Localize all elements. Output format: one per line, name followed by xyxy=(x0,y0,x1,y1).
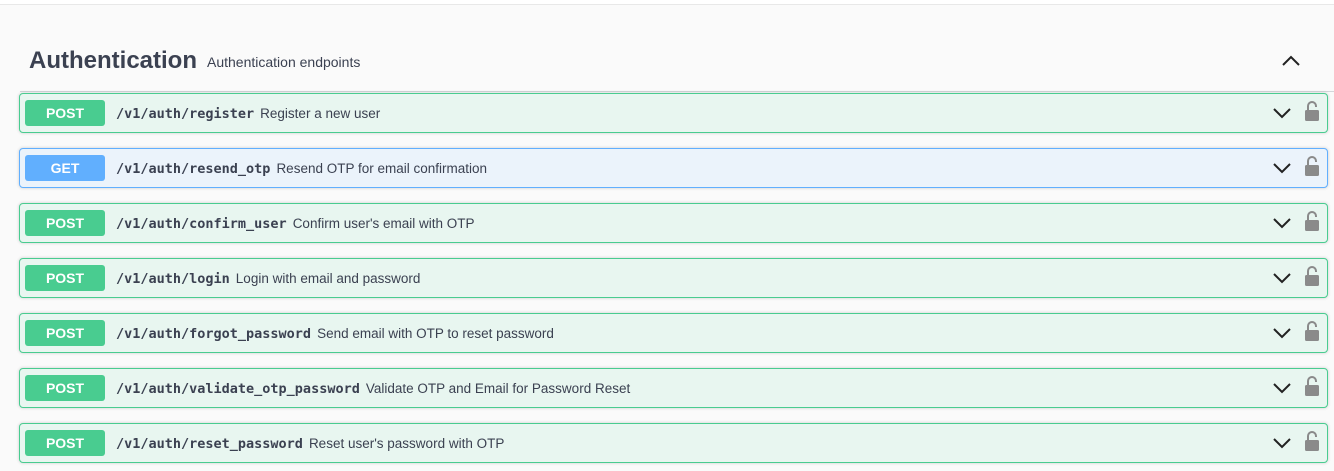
endpoint-path-text: /v1/auth/reset_password xyxy=(116,436,303,452)
endpoint-summary: Send email with OTP to reset password xyxy=(317,326,554,341)
method-badge: POST xyxy=(25,320,105,346)
endpoint-path[interactable]: /v1/auth/resend_otp Resend OTP for email … xyxy=(116,161,487,177)
chevron-down-icon[interactable] xyxy=(1271,434,1293,452)
lock-icon[interactable] xyxy=(1304,155,1320,177)
chevron-down-icon[interactable] xyxy=(1271,379,1293,397)
endpoint-path-text: /v1/auth/login xyxy=(116,271,230,287)
lock-icon[interactable] xyxy=(1304,320,1320,342)
endpoint-summary: Resend OTP for email confirmation xyxy=(276,161,488,176)
lock-icon[interactable] xyxy=(1304,375,1320,397)
chevron-down-icon[interactable] xyxy=(1271,159,1293,177)
chevron-down-icon[interactable] xyxy=(1271,104,1293,122)
chevron-down-icon[interactable] xyxy=(1271,269,1293,287)
method-badge: POST xyxy=(25,265,105,291)
endpoint-path-text: /v1/auth/confirm_user xyxy=(116,216,287,232)
section-description: Authentication endpoints xyxy=(207,54,361,70)
endpoint-path[interactable]: /v1/auth/confirm_user Confirm user's emai… xyxy=(116,216,475,232)
section-header[interactable]: Authentication Authentication endpoints xyxy=(20,9,1334,92)
operation-row[interactable]: POST /v1/auth/reset_password Reset user's… xyxy=(19,423,1328,463)
endpoint-path-text: /v1/auth/register xyxy=(116,106,255,122)
endpoint-path-text: /v1/auth/validate_otp_password xyxy=(116,381,360,397)
method-badge: POST xyxy=(25,430,105,456)
method-badge: GET xyxy=(25,155,105,181)
endpoint-path[interactable]: /v1/auth/reset_password Reset user's pass… xyxy=(116,436,504,452)
endpoint-path-text: /v1/auth/resend_otp xyxy=(116,161,271,177)
operation-row[interactable]: POST /v1/auth/login Login with email and … xyxy=(19,258,1328,298)
operation-row[interactable]: POST /v1/auth/validate_otp_password Valid… xyxy=(19,368,1328,408)
method-badge: POST xyxy=(25,375,105,401)
lock-icon[interactable] xyxy=(1304,210,1320,232)
endpoint-summary: Reset user's password with OTP xyxy=(308,436,505,451)
endpoint-path[interactable]: /v1/auth/login Login with email and passw… xyxy=(116,271,420,287)
endpoint-path[interactable]: /v1/auth/forgot_password Send email with … xyxy=(116,326,554,342)
operation-row[interactable]: POST /v1/auth/register Register a new use… xyxy=(19,93,1328,133)
chevron-down-icon[interactable] xyxy=(1271,324,1293,342)
endpoint-path[interactable]: /v1/auth/validate_otp_password Validate O… xyxy=(116,381,630,397)
lock-icon[interactable] xyxy=(1304,430,1320,452)
endpoint-summary: Register a new user xyxy=(260,106,381,121)
endpoint-summary: Confirm user's email with OTP xyxy=(292,216,475,231)
method-badge: POST xyxy=(25,100,105,126)
operation-row[interactable]: POST /v1/auth/forgot_password Send email … xyxy=(19,313,1328,353)
chevron-down-icon[interactable] xyxy=(1271,214,1293,232)
endpoint-summary: Login with email and password xyxy=(235,271,421,286)
lock-icon[interactable] xyxy=(1304,100,1320,122)
operation-row[interactable]: POST /v1/auth/confirm_user Confirm user's… xyxy=(19,203,1328,243)
lock-icon[interactable] xyxy=(1304,265,1320,287)
section-title: Authentication xyxy=(29,47,197,74)
endpoint-summary: Validate OTP and Email for Password Rese… xyxy=(365,381,631,396)
method-badge: POST xyxy=(25,210,105,236)
operation-row[interactable]: GET /v1/auth/resend_otp Resend OTP for em… xyxy=(19,148,1328,188)
endpoint-path-text: /v1/auth/forgot_password xyxy=(116,326,312,342)
endpoint-path[interactable]: /v1/auth/register Register a new user xyxy=(116,106,380,122)
chevron-up-icon[interactable] xyxy=(1278,49,1304,73)
